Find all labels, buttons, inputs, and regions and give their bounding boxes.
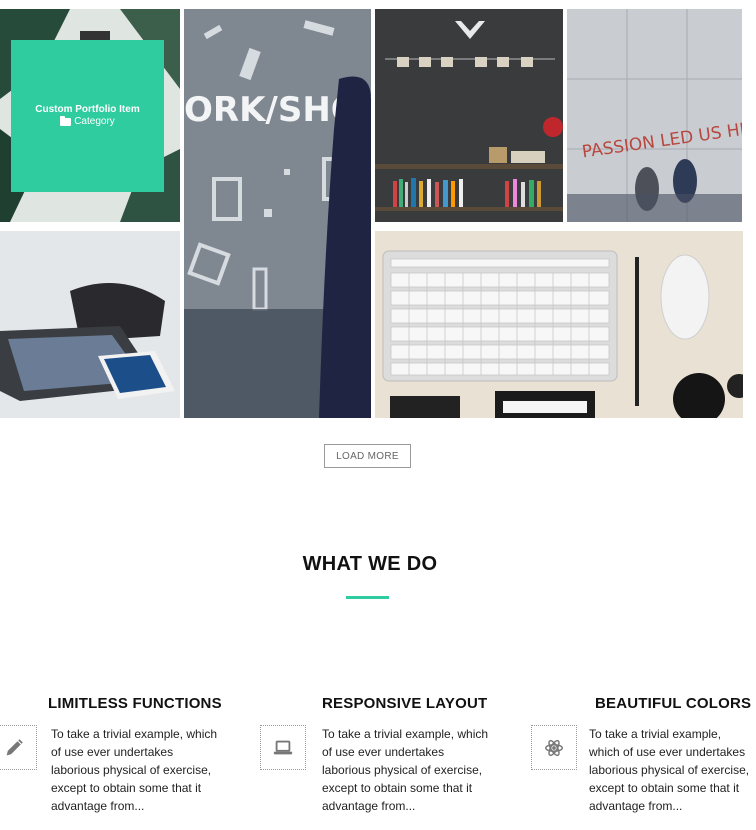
feature-icon-box-2 [260,725,306,770]
feature-text-1: To take a trivial example, which of use … [51,727,218,813]
portfolio-item-workshop[interactable]: ORK/SHOP [184,9,371,418]
portfolio-item-keyboard[interactable] [375,231,743,418]
portfolio-item-title[interactable]: Custom Portfolio Item [35,104,139,116]
section-title: WHAT WE DO [302,553,438,575]
feature-title-2: RESPONSIVE LAYOUT [322,695,488,712]
feature-text-3: To take a trivial example, which of use … [589,727,750,813]
laptop-icon [273,740,293,754]
atom-icon [545,739,563,756]
feature-icon-box-3 [531,725,577,770]
load-more-button[interactable]: LOAD MORE [324,444,411,468]
keyboard-photo [375,231,743,418]
portfolio-category-label: Category [74,116,115,127]
feature-text-2: To take a trivial example, which of use … [322,727,489,813]
portfolio-overlay[interactable]: Custom Portfolio Item Category [11,40,164,192]
portfolio-item-category[interactable]: Category [60,116,115,128]
feature-title-1: LIMITLESS FUNCTIONS [48,695,222,712]
section-title-underline [346,596,389,599]
folder-icon [60,116,72,126]
feature-title-3: BEAUTIFUL COLORS [595,695,752,712]
portfolio-item-devices[interactable] [0,231,180,418]
pavement-photo: PASSION LED US HERE [567,9,742,222]
portfolio-item-plant[interactable]: Custom Portfolio Item Category [0,9,180,222]
shelf-photo [375,9,563,222]
feature-icon-box-1 [0,725,37,770]
portfolio-item-pavement[interactable]: PASSION LED US HERE [567,9,742,222]
devices-photo [0,231,180,418]
pencil-icon [6,738,23,755]
portfolio-item-shelf[interactable] [375,9,563,222]
workshop-photo: ORK/SHOP [184,9,371,418]
